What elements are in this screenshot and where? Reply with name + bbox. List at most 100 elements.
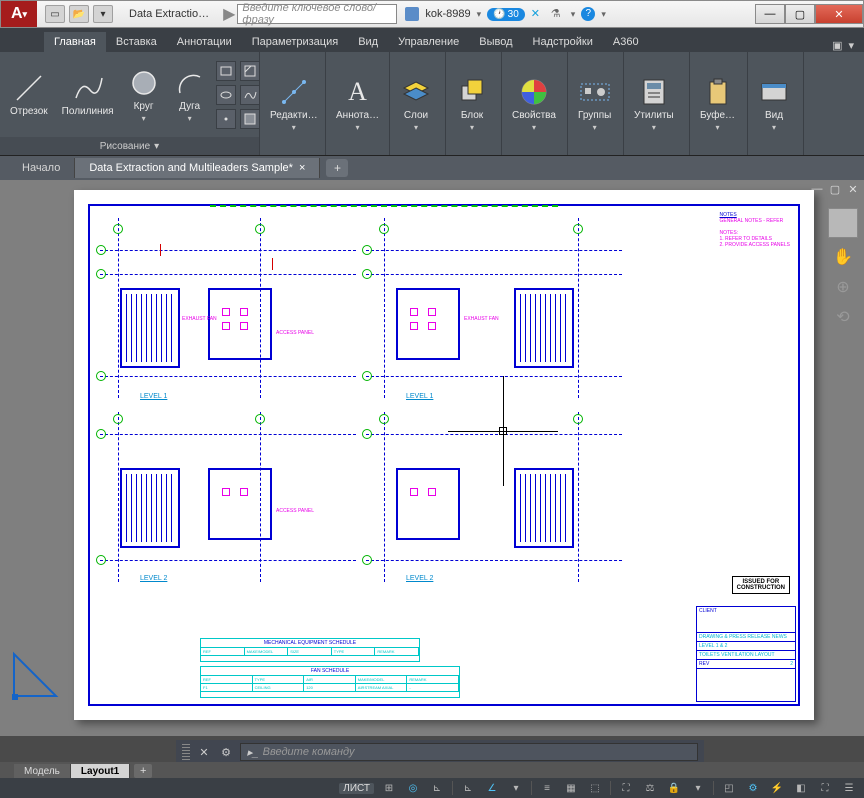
- hardware-icon[interactable]: ⚡: [768, 780, 786, 796]
- annovisibility-icon[interactable]: ⚖: [641, 780, 659, 796]
- trial-badge[interactable]: 🕐30: [487, 8, 525, 21]
- model-tab[interactable]: Модель: [14, 764, 71, 779]
- point-icon[interactable]: [216, 109, 236, 129]
- space-mode[interactable]: ЛИСТ: [339, 783, 374, 794]
- osnap-icon[interactable]: ▾: [507, 780, 525, 796]
- block-button[interactable]: Блок▾: [452, 74, 492, 134]
- zoom-extents-icon[interactable]: ⊕: [832, 276, 854, 298]
- workspace-icon[interactable]: ⚙: [744, 780, 762, 796]
- panel-block: Блок▾: [446, 52, 502, 155]
- open-icon[interactable]: 📂: [69, 5, 89, 23]
- help-icon[interactable]: ?: [581, 7, 595, 21]
- qp-icon[interactable]: ◰: [720, 780, 738, 796]
- tab-manage[interactable]: Управление: [388, 32, 469, 52]
- properties-button[interactable]: Свойства▾: [508, 74, 560, 134]
- spline-icon[interactable]: [240, 85, 260, 105]
- quick-access-toolbar: ▭ 📂 ▾: [41, 5, 117, 23]
- tab-output[interactable]: Вывод: [469, 32, 522, 52]
- viewport-2: EXHAUST FAN LEVEL 1: [366, 218, 622, 398]
- close-button[interactable]: ✕: [815, 4, 863, 24]
- panel-annotation: AАннота…▾: [326, 52, 390, 155]
- title-bar: A▾ ▭ 📂 ▾ Data Extractio… ▶ Введите ключе…: [0, 0, 864, 28]
- transparency-icon[interactable]: ▦: [562, 780, 580, 796]
- autoscale-icon[interactable]: 🔒: [665, 780, 683, 796]
- infer-icon[interactable]: ⊾: [428, 780, 446, 796]
- user-icon[interactable]: [405, 7, 419, 21]
- panel-groups: Группы▾: [568, 52, 624, 155]
- groups-button[interactable]: Группы▾: [574, 74, 615, 134]
- annoscale-icon[interactable]: ⛶: [617, 780, 635, 796]
- user-dropdown-icon[interactable]: ▾: [477, 9, 482, 20]
- signin-icon[interactable]: ⚗: [551, 7, 565, 21]
- region-icon[interactable]: [240, 109, 260, 129]
- line-button[interactable]: Отрезок: [6, 70, 52, 119]
- circle-button[interactable]: Круг▾: [124, 65, 164, 125]
- modify-button[interactable]: Редакти…▾: [266, 74, 322, 134]
- cmd-options-icon[interactable]: ⚙: [218, 744, 234, 760]
- tab-parametric[interactable]: Параметризация: [242, 32, 348, 52]
- panel-draw-title[interactable]: Рисование ▾: [0, 137, 259, 155]
- layers-button[interactable]: Слои▾: [396, 74, 436, 134]
- tab-addins[interactable]: Надстройки: [523, 32, 603, 52]
- clipboard-button[interactable]: Буфе…▾: [696, 74, 739, 134]
- utilities-button[interactable]: Утилиты▾: [630, 74, 678, 134]
- issue-stamp: ISSUED FOR CONSTRUCTION: [732, 576, 790, 594]
- new-icon[interactable]: ▭: [45, 5, 65, 23]
- cleanscreen-icon[interactable]: ⛶: [816, 780, 834, 796]
- cmd-close-icon[interactable]: ✕: [196, 744, 212, 760]
- exchange-icon[interactable]: ✕: [531, 7, 545, 21]
- command-input[interactable]: ▸_Введите команду: [240, 743, 698, 761]
- polyline-button[interactable]: Полилиния: [58, 70, 118, 119]
- ortho-icon[interactable]: ⊾: [459, 780, 477, 796]
- status-bar: ЛИСТ ⊞ ◎ ⊾ ⊾ ∠ ▾ ≡ ▦ ⬚ ⛶ ⚖ 🔒 ▾ ◰ ⚙ ⚡ ◧ ⛶…: [0, 778, 864, 798]
- app-logo[interactable]: A▾: [1, 1, 37, 27]
- tab-a360[interactable]: A360: [603, 32, 649, 52]
- lineweight-icon[interactable]: ≡: [538, 780, 556, 796]
- hatch-icon[interactable]: [240, 61, 260, 81]
- pan-icon[interactable]: ✋: [832, 246, 854, 268]
- paper-space[interactable]: EXHAUST FAN ACCESS PANEL LEVEL 1: [74, 190, 814, 720]
- layout-new-tab[interactable]: +: [134, 764, 152, 778]
- schedule-mechanical: MECHANICAL EQUIPMENT SCHEDULE REF MAKE/M…: [200, 638, 420, 662]
- tab-home[interactable]: Главная: [44, 32, 106, 52]
- doc-tab-new[interactable]: +: [326, 159, 348, 177]
- qat-dropdown-icon[interactable]: ▾: [93, 5, 113, 23]
- cmd-drag-handle[interactable]: [182, 744, 190, 760]
- drawing-notes: NOTES GENERAL NOTES - REFER NOTES: 1. RE…: [720, 212, 791, 248]
- tab-insert[interactable]: Вставка: [106, 32, 167, 52]
- vp-maximize-icon[interactable]: ▢: [828, 182, 842, 196]
- arc-button[interactable]: Дуга▾: [170, 65, 210, 125]
- layout1-tab[interactable]: Layout1: [71, 764, 130, 779]
- maximize-button[interactable]: ▢: [785, 4, 815, 24]
- ribbon-tabs: Главная Вставка Аннотации Параметризация…: [0, 28, 864, 52]
- tab-annotate[interactable]: Аннотации: [167, 32, 242, 52]
- rectangle-icon[interactable]: [216, 61, 236, 81]
- ellipse-icon[interactable]: [216, 85, 236, 105]
- doc-tab-start[interactable]: Начало: [8, 158, 75, 178]
- orbit-icon[interactable]: ⟲: [832, 306, 854, 328]
- cycling-icon[interactable]: ⬚: [586, 780, 604, 796]
- user-name[interactable]: kok-8989: [425, 8, 470, 20]
- search-input[interactable]: Введите ключевое слово/фразу: [237, 4, 397, 24]
- drawing-frame: EXHAUST FAN ACCESS PANEL LEVEL 1: [88, 204, 800, 706]
- panel-clipboard: Буфе…▾: [690, 52, 748, 155]
- doc-tab-active[interactable]: Data Extraction and Multileaders Sample*…: [75, 158, 320, 178]
- command-line: ✕ ⚙ ▸_Введите команду: [176, 740, 704, 764]
- featured-apps-icon[interactable]: ▣: [832, 39, 842, 52]
- annotation-button[interactable]: AАннота…▾: [332, 74, 383, 134]
- grid-icon[interactable]: ⊞: [380, 780, 398, 796]
- units-icon[interactable]: ▾: [689, 780, 707, 796]
- snap-icon[interactable]: ◎: [404, 780, 422, 796]
- polar-icon[interactable]: ∠: [483, 780, 501, 796]
- panel-layers: Слои▾: [390, 52, 446, 155]
- isolate-icon[interactable]: ◧: [792, 780, 810, 796]
- vp-close-icon[interactable]: ✕: [846, 182, 860, 196]
- customization-icon[interactable]: ☰: [840, 780, 858, 796]
- ribbon-expand-icon[interactable]: ▾: [848, 39, 854, 52]
- search-trigger-icon[interactable]: ▶: [221, 4, 237, 24]
- minimize-button[interactable]: —: [755, 4, 785, 24]
- viewcube[interactable]: [828, 208, 858, 238]
- drawing-area[interactable]: — ▢ ✕ ✋ ⊕ ⟲: [0, 180, 864, 736]
- view-button[interactable]: Вид▾: [754, 74, 794, 134]
- tab-view[interactable]: Вид: [348, 32, 388, 52]
